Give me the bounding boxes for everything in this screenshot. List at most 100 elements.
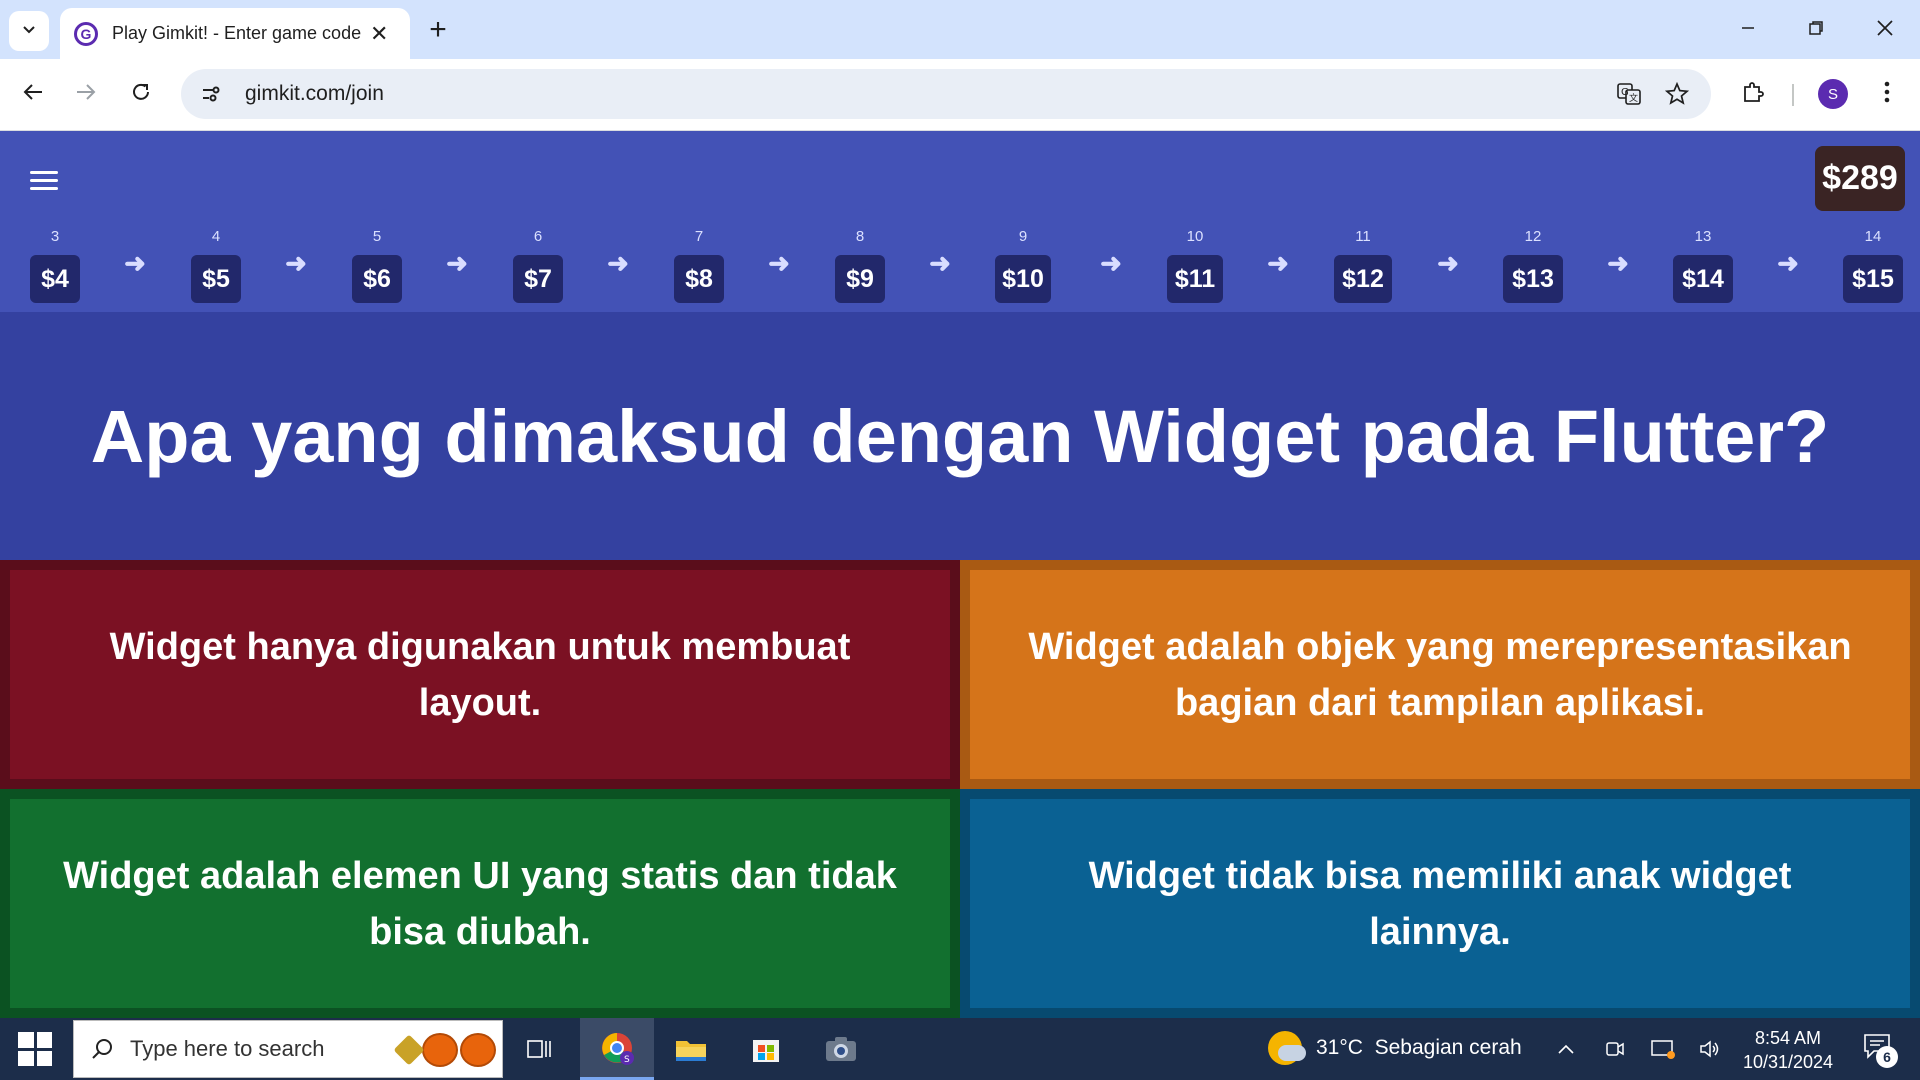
level-number: 4 (211, 228, 221, 245)
more-menu-button[interactable] (1867, 74, 1907, 114)
level-item: 12 $13 (1503, 227, 1563, 303)
level-value: $8 (674, 255, 724, 303)
tab-search-button[interactable] (9, 11, 49, 51)
level-number: 11 (1355, 228, 1371, 245)
answer-option-2[interactable]: Widget adalah objek yang merepresentasik… (960, 560, 1920, 789)
reload-button[interactable] (121, 74, 161, 114)
meet-now-icon[interactable] (1600, 1034, 1630, 1064)
taskbar-search[interactable]: Type here to search (73, 1020, 503, 1078)
balance-badge: $289 (1815, 146, 1905, 211)
new-tab-button[interactable]: + (420, 12, 456, 48)
task-view-icon[interactable] (503, 1018, 577, 1080)
level-value: $10 (995, 255, 1051, 303)
halloween-decoration (386, 1025, 496, 1075)
tab-strip: G Play Gimkit! - Enter game code ✕ + (0, 0, 1920, 59)
question-text: Apa yang dimaksud dengan Widget pada Flu… (90, 394, 1830, 478)
forward-icon (75, 79, 97, 110)
file-explorer-icon[interactable] (654, 1018, 728, 1080)
windows-start-icon[interactable] (18, 1032, 52, 1066)
close-window-icon (1876, 19, 1894, 42)
weather-text: 31°C Sebagian cerah (1316, 1036, 1522, 1059)
arrow-right-icon: ➜ (768, 247, 790, 278)
level-number: 14 (1864, 228, 1882, 245)
level-item: 8 $9 (835, 227, 885, 303)
arrow-right-icon: ➜ (1437, 247, 1459, 278)
level-number: 5 (372, 228, 382, 245)
question-panel: Apa yang dimaksud dengan Widget pada Flu… (0, 312, 1920, 560)
level-value: $12 (1334, 255, 1392, 303)
close-icon[interactable]: ✕ (370, 21, 388, 47)
arrow-right-icon: ➜ (446, 247, 468, 278)
chrome-taskbar-icon[interactable]: S (580, 1018, 654, 1080)
site-info-icon[interactable] (191, 74, 231, 114)
arrow-right-icon: ➜ (124, 247, 146, 278)
toolbar-divider (1792, 84, 1794, 106)
forward-button[interactable] (66, 74, 106, 114)
close-window-button[interactable] (1865, 10, 1905, 50)
minimize-icon (1740, 20, 1756, 41)
address-bar[interactable]: gimkit.com/join G文 (181, 69, 1711, 119)
weather-widget[interactable]: 31°C Sebagian cerah (1268, 1031, 1522, 1065)
svg-text:文: 文 (1629, 92, 1638, 104)
system-clock[interactable]: 8:54 AM 10/31/2024 (1728, 1026, 1848, 1074)
level-number: 10 (1186, 228, 1204, 245)
level-number: 8 (855, 228, 865, 245)
url-text[interactable]: gimkit.com/join (245, 82, 384, 106)
active-tab[interactable]: G Play Gimkit! - Enter game code ✕ (60, 8, 410, 59)
profile-avatar[interactable]: S (1818, 79, 1848, 109)
extensions-icon (1741, 80, 1765, 109)
translate-icon[interactable]: G文 (1609, 74, 1649, 114)
answer-option-1[interactable]: Widget hanya digunakan untuk membuat lay… (0, 560, 960, 789)
arrow-right-icon: ➜ (607, 247, 629, 278)
volume-icon[interactable] (1695, 1034, 1725, 1064)
star-icon[interactable] (1657, 74, 1697, 114)
back-button[interactable] (13, 74, 53, 114)
answer-option-4[interactable]: Widget tidak bisa memiliki anak widget l… (960, 789, 1920, 1018)
game-header: $289 3 $4 ➜ 4 $5 ➜ 5 $6 ➜ 6 $7 ➜ 7 $8 ➜ … (0, 131, 1920, 312)
minimize-button[interactable] (1728, 10, 1768, 50)
level-item: 7 $8 (674, 227, 724, 303)
chevron-down-icon (21, 21, 37, 42)
arrow-right-icon: ➜ (1267, 247, 1289, 278)
reload-icon (130, 79, 152, 110)
clock-time: 8:54 AM (1754, 1028, 1822, 1048)
answer-option-3[interactable]: Widget adalah elemen UI yang statis dan … (0, 789, 960, 1018)
level-value: $13 (1503, 255, 1563, 303)
restore-button[interactable] (1796, 10, 1836, 50)
more-icon (1884, 80, 1890, 109)
leaf-icon (393, 1034, 425, 1066)
back-icon (22, 79, 44, 110)
search-icon (74, 1021, 130, 1077)
level-value: $5 (191, 255, 241, 303)
level-value: $4 (30, 255, 80, 303)
clock-date: 10/31/2024 (1742, 1052, 1834, 1072)
notification-center-icon[interactable]: 6 (1862, 1032, 1898, 1068)
extensions-button[interactable] (1733, 74, 1773, 114)
level-number: 7 (694, 228, 704, 245)
windows-taskbar: Type here to search S 31°C Sebagian cera… (0, 1018, 1920, 1080)
network-icon[interactable] (1648, 1034, 1678, 1064)
tab-title: Play Gimkit! - Enter game code (112, 23, 362, 43)
arrow-right-icon: ➜ (1607, 247, 1629, 278)
svg-text:S: S (624, 1055, 630, 1065)
microsoft-store-icon[interactable] (729, 1018, 803, 1080)
level-item: 4 $5 (191, 227, 241, 303)
partly-sunny-icon (1268, 1031, 1306, 1065)
level-item: 9 $10 (995, 227, 1051, 303)
camera-app-icon[interactable] (804, 1018, 878, 1080)
level-item: 13 $14 (1673, 227, 1733, 303)
level-value: $11 (1167, 255, 1223, 303)
svg-text:G: G (1621, 87, 1629, 98)
level-number: 9 (1018, 228, 1028, 245)
browser-toolbar: gimkit.com/join G文 S (0, 59, 1920, 131)
arrow-right-icon: ➜ (285, 247, 307, 278)
restore-icon (1808, 20, 1824, 41)
level-number: 13 (1694, 228, 1712, 245)
menu-icon[interactable] (30, 162, 66, 198)
level-item: 6 $7 (513, 227, 563, 303)
gimkit-favicon-icon: G (74, 21, 98, 46)
level-item: 11 $12 (1334, 227, 1392, 303)
chevron-up-icon[interactable] (1551, 1034, 1581, 1064)
level-number: 6 (533, 228, 543, 245)
level-value: $7 (513, 255, 563, 303)
